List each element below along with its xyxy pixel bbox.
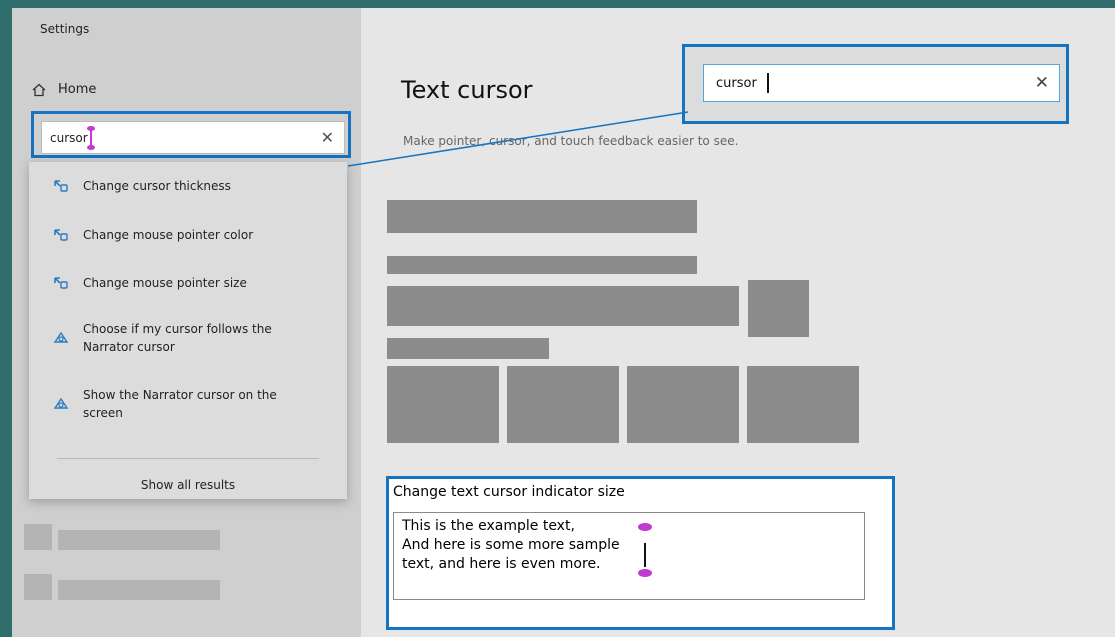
placeholder-tile: [747, 366, 859, 443]
home-label: Home: [58, 82, 97, 97]
placeholder-block: [387, 338, 549, 359]
close-icon[interactable]: ✕: [1035, 73, 1049, 93]
search-value: cursor: [50, 130, 88, 145]
placeholder-block: [387, 256, 697, 274]
result-label: Change mouse pointer size: [83, 276, 247, 290]
placeholder-bar: [58, 580, 220, 600]
callout-title: Change text cursor indicator size: [393, 484, 625, 500]
search-input[interactable]: cursor ✕: [41, 121, 345, 154]
pointer-settings-icon: [54, 277, 68, 289]
placeholder-block: [748, 280, 809, 337]
zoomed-search-highlight: cursor ✕: [682, 44, 1069, 124]
result-item[interactable]: Change cursor thickness: [53, 177, 231, 195]
indicator-bottom-knob: [638, 569, 652, 577]
navigation-pane: Settings Home cursor ✕ Change cursor thi…: [12, 8, 361, 637]
pointer-settings-icon: [54, 229, 68, 241]
page-subtitle: Make pointer, cursor, and touch feedback…: [403, 134, 739, 148]
zoomed-search-input[interactable]: cursor ✕: [703, 64, 1060, 102]
example-text-box: This is the example text, And here is so…: [393, 512, 865, 600]
narrator-icon: [53, 397, 69, 409]
placeholder-icon: [24, 524, 52, 550]
text-cursor-indicator: [86, 125, 95, 150]
content-pane: Text cursor Make pointer, cursor, and to…: [361, 8, 1115, 637]
result-label: Change mouse pointer color: [83, 228, 254, 242]
narrator-icon: [53, 331, 69, 343]
placeholder-bar: [58, 530, 220, 550]
close-icon[interactable]: ✕: [321, 128, 334, 147]
example-line: text, and here is even more.: [402, 556, 601, 572]
placeholder-tile: [627, 366, 739, 443]
zoomed-search-value: cursor: [716, 75, 757, 91]
nav-home[interactable]: Home: [32, 82, 96, 97]
placeholder-tile: [507, 366, 619, 443]
result-item[interactable]: Change mouse pointer color: [53, 226, 253, 244]
example-line: This is the example text,: [402, 518, 575, 534]
search-results-dropdown: Change cursor thickness Change mouse poi…: [29, 162, 347, 499]
cursor-indicator-callout: Change text cursor indicator size This i…: [386, 476, 895, 630]
example-line: And here is some more sample: [402, 537, 620, 553]
result-item[interactable]: Show the Narrator cursor on the screen: [53, 386, 293, 422]
result-item[interactable]: Change mouse pointer size: [53, 274, 247, 292]
page-title: Text cursor: [401, 76, 533, 104]
home-icon: [32, 83, 46, 96]
placeholder-tile: [387, 366, 499, 443]
placeholder-block: [387, 286, 739, 326]
show-all-results-button[interactable]: Show all results: [29, 478, 347, 492]
placeholder-block: [387, 200, 697, 233]
settings-window: Settings Home cursor ✕ Change cursor thi…: [12, 8, 1115, 637]
result-label: Choose if my cursor follows the Narrator…: [83, 322, 272, 354]
text-caret: [644, 543, 646, 567]
text-caret: [766, 73, 769, 93]
indicator-top-knob: [638, 523, 652, 531]
divider: [57, 458, 319, 459]
app-title: Settings: [40, 22, 90, 36]
result-label: Change cursor thickness: [83, 179, 231, 193]
result-label: Show the Narrator cursor on the screen: [83, 388, 277, 420]
pointer-settings-icon: [54, 180, 68, 192]
result-item[interactable]: Choose if my cursor follows the Narrator…: [53, 320, 293, 356]
placeholder-icon: [24, 574, 52, 600]
